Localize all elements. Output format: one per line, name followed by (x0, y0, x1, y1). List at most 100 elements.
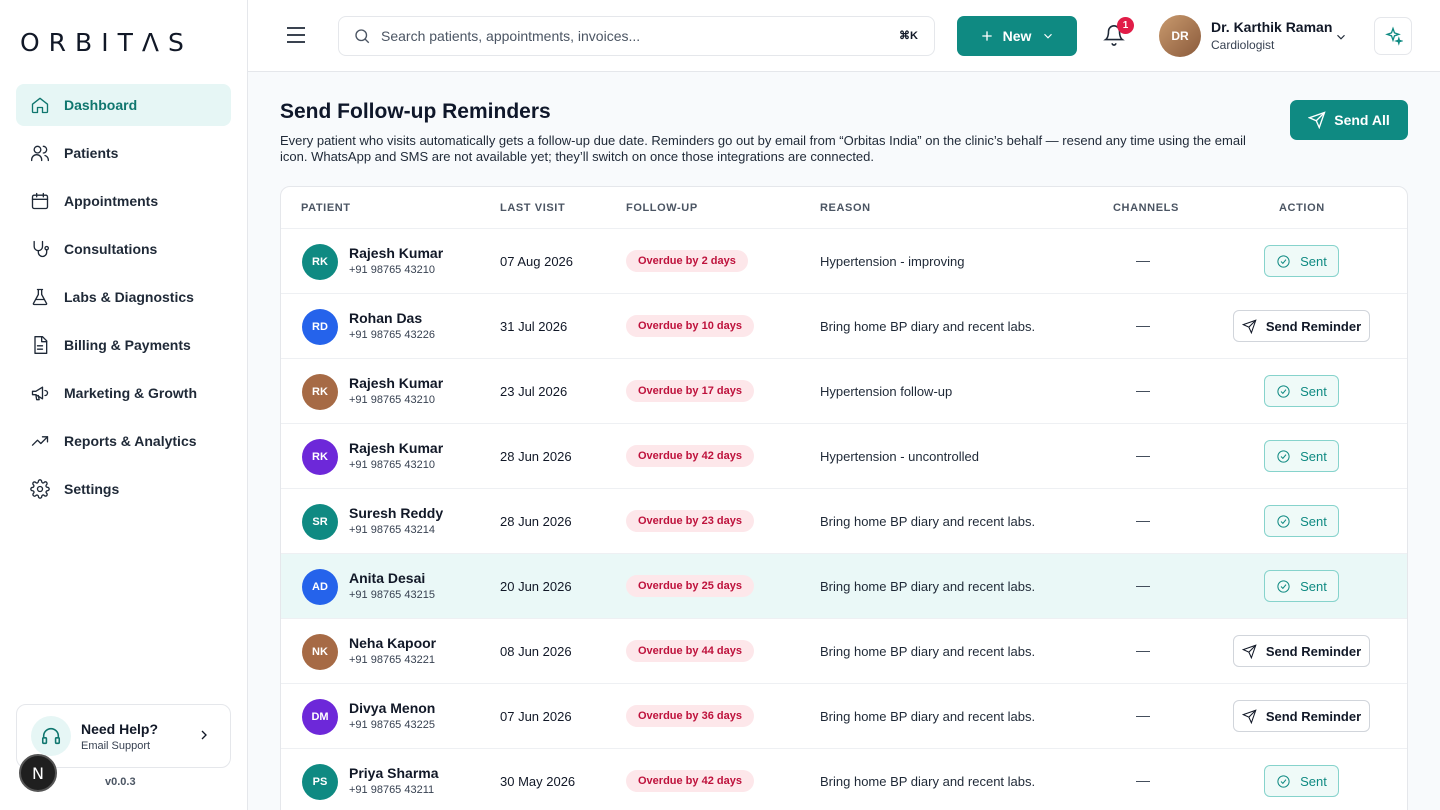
table-row[interactable]: RK Rajesh Kumar +91 98765 43210 28 Jun 2026… (281, 424, 1407, 489)
action-label: Send Reminder (1265, 708, 1362, 724)
check-circle-icon (1277, 774, 1290, 788)
table-row[interactable]: RK Rajesh Kumar +91 98765 43210 23 Jul 2026… (281, 359, 1407, 424)
patient-name[interactable]: Rohan Das (349, 310, 422, 326)
sidebar-item-label: Settings (64, 481, 120, 497)
notifications-button[interactable]: 1 (1103, 17, 1134, 48)
megaphone-icon (30, 383, 50, 403)
send-reminder-button[interactable]: Send Reminder (1233, 635, 1370, 667)
search-bar[interactable]: ⌘K (338, 16, 935, 56)
dev-tools-badge[interactable]: N (19, 754, 57, 792)
help-title: Need Help? (81, 720, 159, 737)
patient-name[interactable]: Anita Desai (349, 570, 425, 586)
send-all-label: Send All (1334, 112, 1390, 128)
table-row[interactable]: RD Rohan Das +91 98765 43226 31 Jul 2026 Ove… (281, 294, 1407, 359)
table-row[interactable]: SR Suresh Reddy +91 98765 43214 28 Jun 2026… (281, 489, 1407, 554)
page-description: Every patient who visits automatically g… (280, 133, 1246, 164)
search-icon (355, 29, 370, 44)
action-label: Sent (1300, 513, 1327, 529)
sidebar-item-patients[interactable]: Patients (16, 132, 231, 174)
sent-button[interactable]: Sent (1264, 440, 1339, 472)
action-label: Sent (1300, 253, 1327, 269)
sparkle-icon (1385, 26, 1403, 46)
search-shortcut: ⌘K (899, 30, 918, 42)
patient-name[interactable]: Priya Sharma (349, 765, 439, 781)
patient-phone: +91 98765 43210 (349, 264, 435, 276)
user-avatar[interactable]: DR (1159, 15, 1201, 57)
ai-assistant-button[interactable] (1374, 17, 1412, 55)
patient-name[interactable]: Neha Kapoor (349, 635, 436, 651)
table-row[interactable]: PS Priya Sharma +91 98765 43211 30 May 2026… (281, 749, 1407, 810)
invoice-icon (30, 335, 50, 355)
channels-value: — (1136, 317, 1150, 333)
calendar-icon (30, 191, 50, 211)
sidebar-item-label: Dashboard (64, 97, 138, 113)
sidebar-item-settings[interactable]: Settings (16, 468, 231, 510)
follow-up-status-badge: Overdue by 10 days (626, 315, 754, 337)
header-last-visit[interactable]: LAST VISIT (500, 202, 565, 214)
send-icon (1241, 318, 1257, 334)
sidebar-item-billing[interactable]: Billing & Payments (16, 324, 231, 366)
last-visit-date: 30 May 2026 (500, 774, 576, 789)
table-row[interactable]: AD Anita Desai +91 98765 43215 20 Jun 2026 O… (281, 554, 1407, 619)
patient-phone: +91 98765 43226 (349, 329, 435, 341)
menu-icon[interactable] (286, 26, 306, 44)
send-icon (1241, 708, 1257, 724)
sidebar-item-dashboard[interactable]: Dashboard (16, 84, 231, 126)
patient-name[interactable]: Divya Menon (349, 700, 435, 716)
patient-name[interactable]: Rajesh Kumar (349, 440, 443, 456)
user-role: Cardiologist (1211, 38, 1275, 52)
sidebar-item-marketing[interactable]: Marketing & Growth (16, 372, 231, 414)
patient-name[interactable]: Rajesh Kumar (349, 245, 443, 261)
sent-button[interactable]: Sent (1264, 570, 1339, 602)
channels-value: — (1136, 382, 1150, 398)
patient-phone: +91 98765 43225 (349, 719, 435, 731)
user-name[interactable]: Dr. Karthik Raman (1211, 19, 1332, 35)
sent-button[interactable]: Sent (1264, 375, 1339, 407)
last-visit-date: 31 Jul 2026 (500, 319, 568, 334)
action-label: Sent (1300, 383, 1327, 399)
patient-avatar: RK (302, 439, 338, 475)
follow-up-reason: Bring home BP diary and recent labs. (820, 579, 1036, 594)
table-row[interactable]: DM Divya Menon +91 98765 43225 07 Jun 2026 O… (281, 684, 1407, 749)
channels-value: — (1136, 707, 1150, 723)
patient-avatar: SR (302, 504, 338, 540)
brand-logo[interactable]: ORBITΛS (20, 28, 193, 57)
patient-name[interactable]: Rajesh Kumar (349, 375, 443, 391)
sent-button[interactable]: Sent (1264, 245, 1339, 277)
table-row[interactable]: RK Rajesh Kumar +91 98765 43210 07 Aug 2026… (281, 229, 1407, 294)
table-row[interactable]: NK Neha Kapoor +91 98765 43221 08 Jun 2026 O… (281, 619, 1407, 684)
sent-button[interactable]: Sent (1264, 765, 1339, 797)
header-channels[interactable]: CHANNELS (1113, 202, 1179, 214)
sidebar-item-appointments[interactable]: Appointments (16, 180, 231, 222)
sidebar-item-consultations[interactable]: Consultations (16, 228, 231, 270)
sent-button[interactable]: Sent (1264, 505, 1339, 537)
home-icon (30, 95, 50, 115)
follow-up-status-badge: Overdue by 17 days (626, 380, 754, 402)
header-reason[interactable]: REASON (820, 202, 871, 214)
follow-up-reason: Bring home BP diary and recent labs. (820, 774, 1036, 789)
patient-avatar: RK (302, 374, 338, 410)
users-icon (30, 143, 50, 163)
new-button[interactable]: New (957, 16, 1077, 56)
chevron-down-icon (1044, 33, 1053, 39)
send-reminder-button[interactable]: Send Reminder (1233, 310, 1370, 342)
follow-up-reason: Hypertension - uncontrolled (820, 449, 979, 464)
search-input[interactable] (381, 28, 861, 44)
header-patient[interactable]: PATIENT (301, 202, 351, 214)
last-visit-date: 07 Aug 2026 (500, 254, 574, 269)
chevron-down-icon[interactable] (1334, 30, 1348, 44)
channels-value: — (1136, 512, 1150, 528)
sidebar-item-label: Marketing & Growth (64, 385, 198, 401)
send-all-button[interactable]: Send All (1290, 100, 1408, 140)
channels-value: — (1136, 642, 1150, 658)
follow-up-reason: Hypertension follow-up (820, 384, 953, 399)
sidebar-item-label: Appointments (64, 193, 159, 209)
header-follow-up[interactable]: FOLLOW-UP (626, 202, 698, 214)
action-label: Send Reminder (1265, 318, 1362, 334)
header-action[interactable]: ACTION (1279, 202, 1325, 214)
send-reminder-button[interactable]: Send Reminder (1233, 700, 1370, 732)
patient-phone: +91 98765 43221 (349, 654, 435, 666)
patient-name[interactable]: Suresh Reddy (349, 505, 443, 521)
sidebar-item-labs[interactable]: Labs & Diagnostics (16, 276, 231, 318)
sidebar-item-reports[interactable]: Reports & Analytics (16, 420, 231, 462)
